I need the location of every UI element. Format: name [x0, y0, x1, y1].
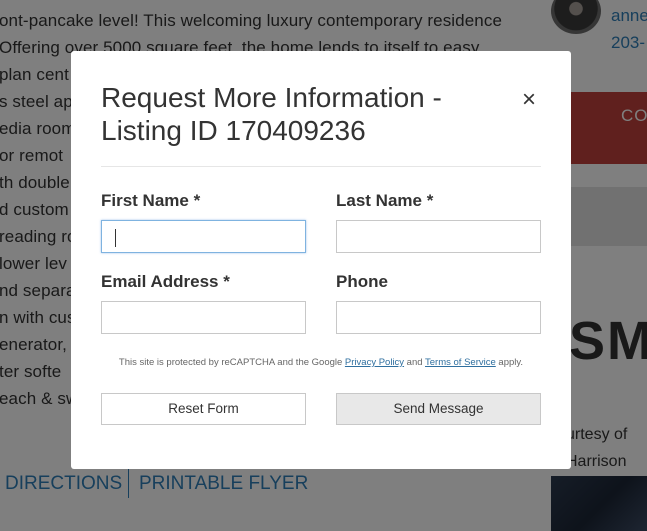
recaptcha-suffix: apply.	[495, 357, 524, 368]
recaptcha-notice: This site is protected by reCAPTCHA and …	[101, 357, 541, 368]
first-name-input[interactable]	[101, 220, 306, 253]
first-name-label: First Name *	[101, 191, 201, 210]
email-label: Email Address *	[101, 272, 230, 291]
request-info-modal: Request More Information - Listing ID 17…	[71, 51, 571, 469]
privacy-policy-link[interactable]: Privacy Policy	[345, 357, 404, 368]
phone-input[interactable]	[336, 301, 541, 334]
text-caret	[115, 229, 116, 247]
phone-label: Phone	[336, 272, 388, 291]
last-name-input[interactable]	[336, 220, 541, 253]
send-message-button[interactable]: Send Message	[336, 393, 541, 425]
email-input[interactable]	[101, 301, 306, 334]
recaptcha-and: and	[404, 357, 426, 368]
modal-title: Request More Information - Listing ID 17…	[101, 82, 442, 146]
recaptcha-prefix: This site is protected by reCAPTCHA and …	[118, 357, 345, 368]
modal-divider	[101, 166, 541, 167]
reset-form-button[interactable]: Reset Form	[101, 393, 306, 425]
terms-of-service-link[interactable]: Terms of Service	[425, 357, 496, 368]
last-name-label: Last Name *	[336, 191, 434, 210]
close-icon[interactable]: ×	[516, 87, 542, 113]
